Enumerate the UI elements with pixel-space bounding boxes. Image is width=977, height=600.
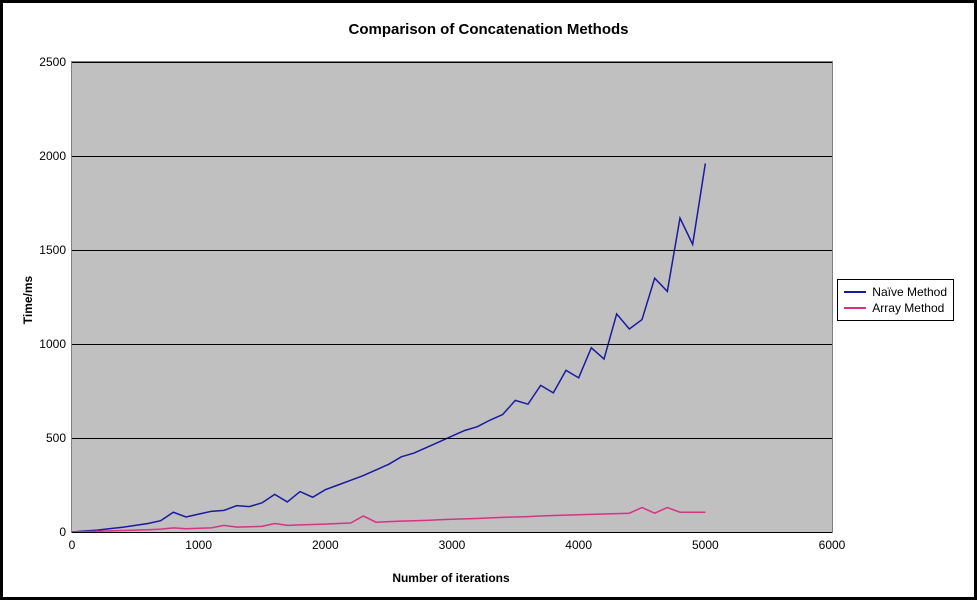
gridline-y [72, 156, 832, 157]
legend-swatch [844, 307, 866, 309]
gridline-y [72, 62, 832, 63]
x-tick-label: 5000 [692, 538, 719, 552]
legend-label: Array Method [872, 301, 944, 315]
series-line [72, 164, 705, 532]
series-line [72, 508, 705, 532]
legend-swatch [844, 291, 866, 293]
legend: Naïve Method Array Method [837, 279, 954, 321]
y-axis-label: Time/ms [21, 276, 35, 324]
y-axis-label-container: Time/ms [19, 3, 37, 597]
plot-area: 0500100015002000250001000200030004000500… [71, 61, 833, 533]
chart-lines [72, 62, 832, 532]
gridline-y [72, 438, 832, 439]
y-tick-label: 1000 [26, 337, 66, 351]
x-tick-label: 4000 [565, 538, 592, 552]
x-tick-label: 6000 [819, 538, 846, 552]
x-tick-label: 3000 [439, 538, 466, 552]
legend-item: Array Method [844, 300, 947, 316]
y-tick-label: 500 [26, 431, 66, 445]
x-tick-label: 1000 [185, 538, 212, 552]
chart-container: Comparison of Concatenation Methods Time… [0, 0, 977, 600]
y-tick-label: 1500 [26, 243, 66, 257]
legend-label: Naïve Method [872, 285, 947, 299]
x-axis-label: Number of iterations [71, 571, 831, 585]
x-tick-label: 0 [69, 538, 76, 552]
gridline-y [72, 532, 832, 533]
x-tick-label: 2000 [312, 538, 339, 552]
gridline-y [72, 250, 832, 251]
gridline-y [72, 344, 832, 345]
chart-title: Comparison of Concatenation Methods [3, 21, 974, 38]
legend-item: Naïve Method [844, 284, 947, 300]
y-tick-label: 2000 [26, 149, 66, 163]
y-tick-label: 0 [26, 525, 66, 539]
y-tick-label: 2500 [26, 55, 66, 69]
